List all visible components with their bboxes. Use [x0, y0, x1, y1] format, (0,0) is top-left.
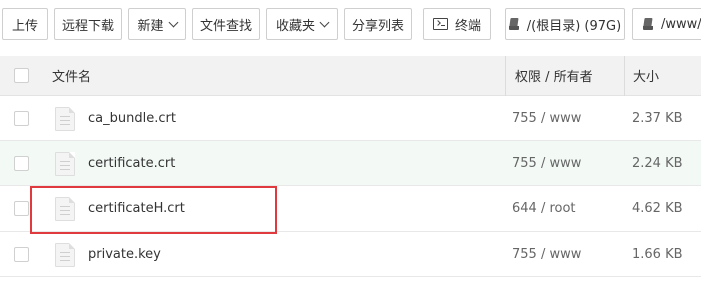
upload-button[interactable]: 上传: [2, 8, 48, 40]
file-size: 2.24 KB: [632, 155, 683, 171]
file-name[interactable]: ca_bundle.crt: [88, 96, 176, 140]
path-www-label: /www/(: [661, 16, 701, 32]
disk-icon: [508, 18, 519, 30]
file-name[interactable]: certificate.crt: [88, 141, 175, 185]
column-header-name[interactable]: 文件名: [52, 56, 91, 95]
file-permission[interactable]: 755 / www: [512, 232, 581, 276]
path-www-button[interactable]: /www/(: [632, 8, 701, 40]
new-label: 新建: [137, 18, 164, 34]
path-root-label: /(根目录) (97G): [526, 18, 622, 34]
path-root-button[interactable]: /(根目录) (97G): [505, 8, 625, 40]
upload-label: 上传: [11, 18, 38, 34]
file-search-button[interactable]: 文件查找: [192, 8, 260, 40]
table-row[interactable]: private.key 755 / www 1.66 KB: [0, 232, 701, 277]
file-icon: [55, 197, 75, 221]
table-row[interactable]: certificateH.crt 644 / root 4.62 KB: [0, 186, 701, 232]
file-toolbar: 上传 远程下载 新建 文件查找 收藏夹 分享列表 终端 /(根目录) (97G)…: [0, 0, 701, 48]
column-header-size[interactable]: 大小: [633, 56, 659, 95]
file-icon: [55, 243, 75, 267]
column-header-permission[interactable]: 权限 / 所有者: [515, 56, 593, 95]
file-name[interactable]: certificateH.crt: [88, 186, 185, 231]
chevron-down-icon: [319, 17, 330, 27]
favorites-dropdown-button[interactable]: 收藏夹: [266, 8, 338, 40]
file-search-label: 文件查找: [199, 18, 252, 34]
file-icon: [55, 152, 75, 176]
row-checkbox[interactable]: [14, 201, 29, 216]
table-row[interactable]: certificate.crt 755 / www 2.24 KB: [0, 141, 701, 186]
disk-icon: [643, 18, 653, 30]
row-checkbox[interactable]: [14, 111, 29, 126]
terminal-icon: [432, 18, 448, 30]
share-list-label: 分享列表: [351, 18, 404, 34]
column-divider[interactable]: [624, 56, 625, 96]
chevron-down-icon: [168, 17, 178, 27]
file-icon: [55, 107, 75, 131]
favorites-label: 收藏夹: [275, 18, 315, 34]
table-header: 文件名 权限 / 所有者 大小: [0, 56, 701, 96]
table-row[interactable]: ca_bundle.crt 755 / www 2.37 KB: [0, 96, 701, 141]
new-dropdown-button[interactable]: 新建: [128, 8, 186, 40]
file-size: 2.37 KB: [632, 110, 683, 126]
terminal-button[interactable]: 终端: [423, 8, 491, 40]
file-permission[interactable]: 644 / root: [512, 186, 576, 231]
row-checkbox[interactable]: [14, 247, 29, 262]
remote-download-button[interactable]: 远程下载: [54, 8, 122, 40]
file-name[interactable]: private.key: [88, 232, 161, 276]
file-size: 1.66 KB: [632, 246, 683, 262]
column-divider[interactable]: [505, 56, 506, 96]
remote-download-label: 远程下载: [61, 18, 114, 34]
file-permission[interactable]: 755 / www: [512, 141, 581, 185]
select-all-checkbox[interactable]: [14, 68, 29, 83]
terminal-label: 终端: [454, 18, 481, 34]
share-list-button[interactable]: 分享列表: [344, 8, 412, 40]
file-permission[interactable]: 755 / www: [512, 96, 581, 140]
file-size: 4.62 KB: [632, 201, 683, 216]
row-checkbox[interactable]: [14, 156, 29, 171]
